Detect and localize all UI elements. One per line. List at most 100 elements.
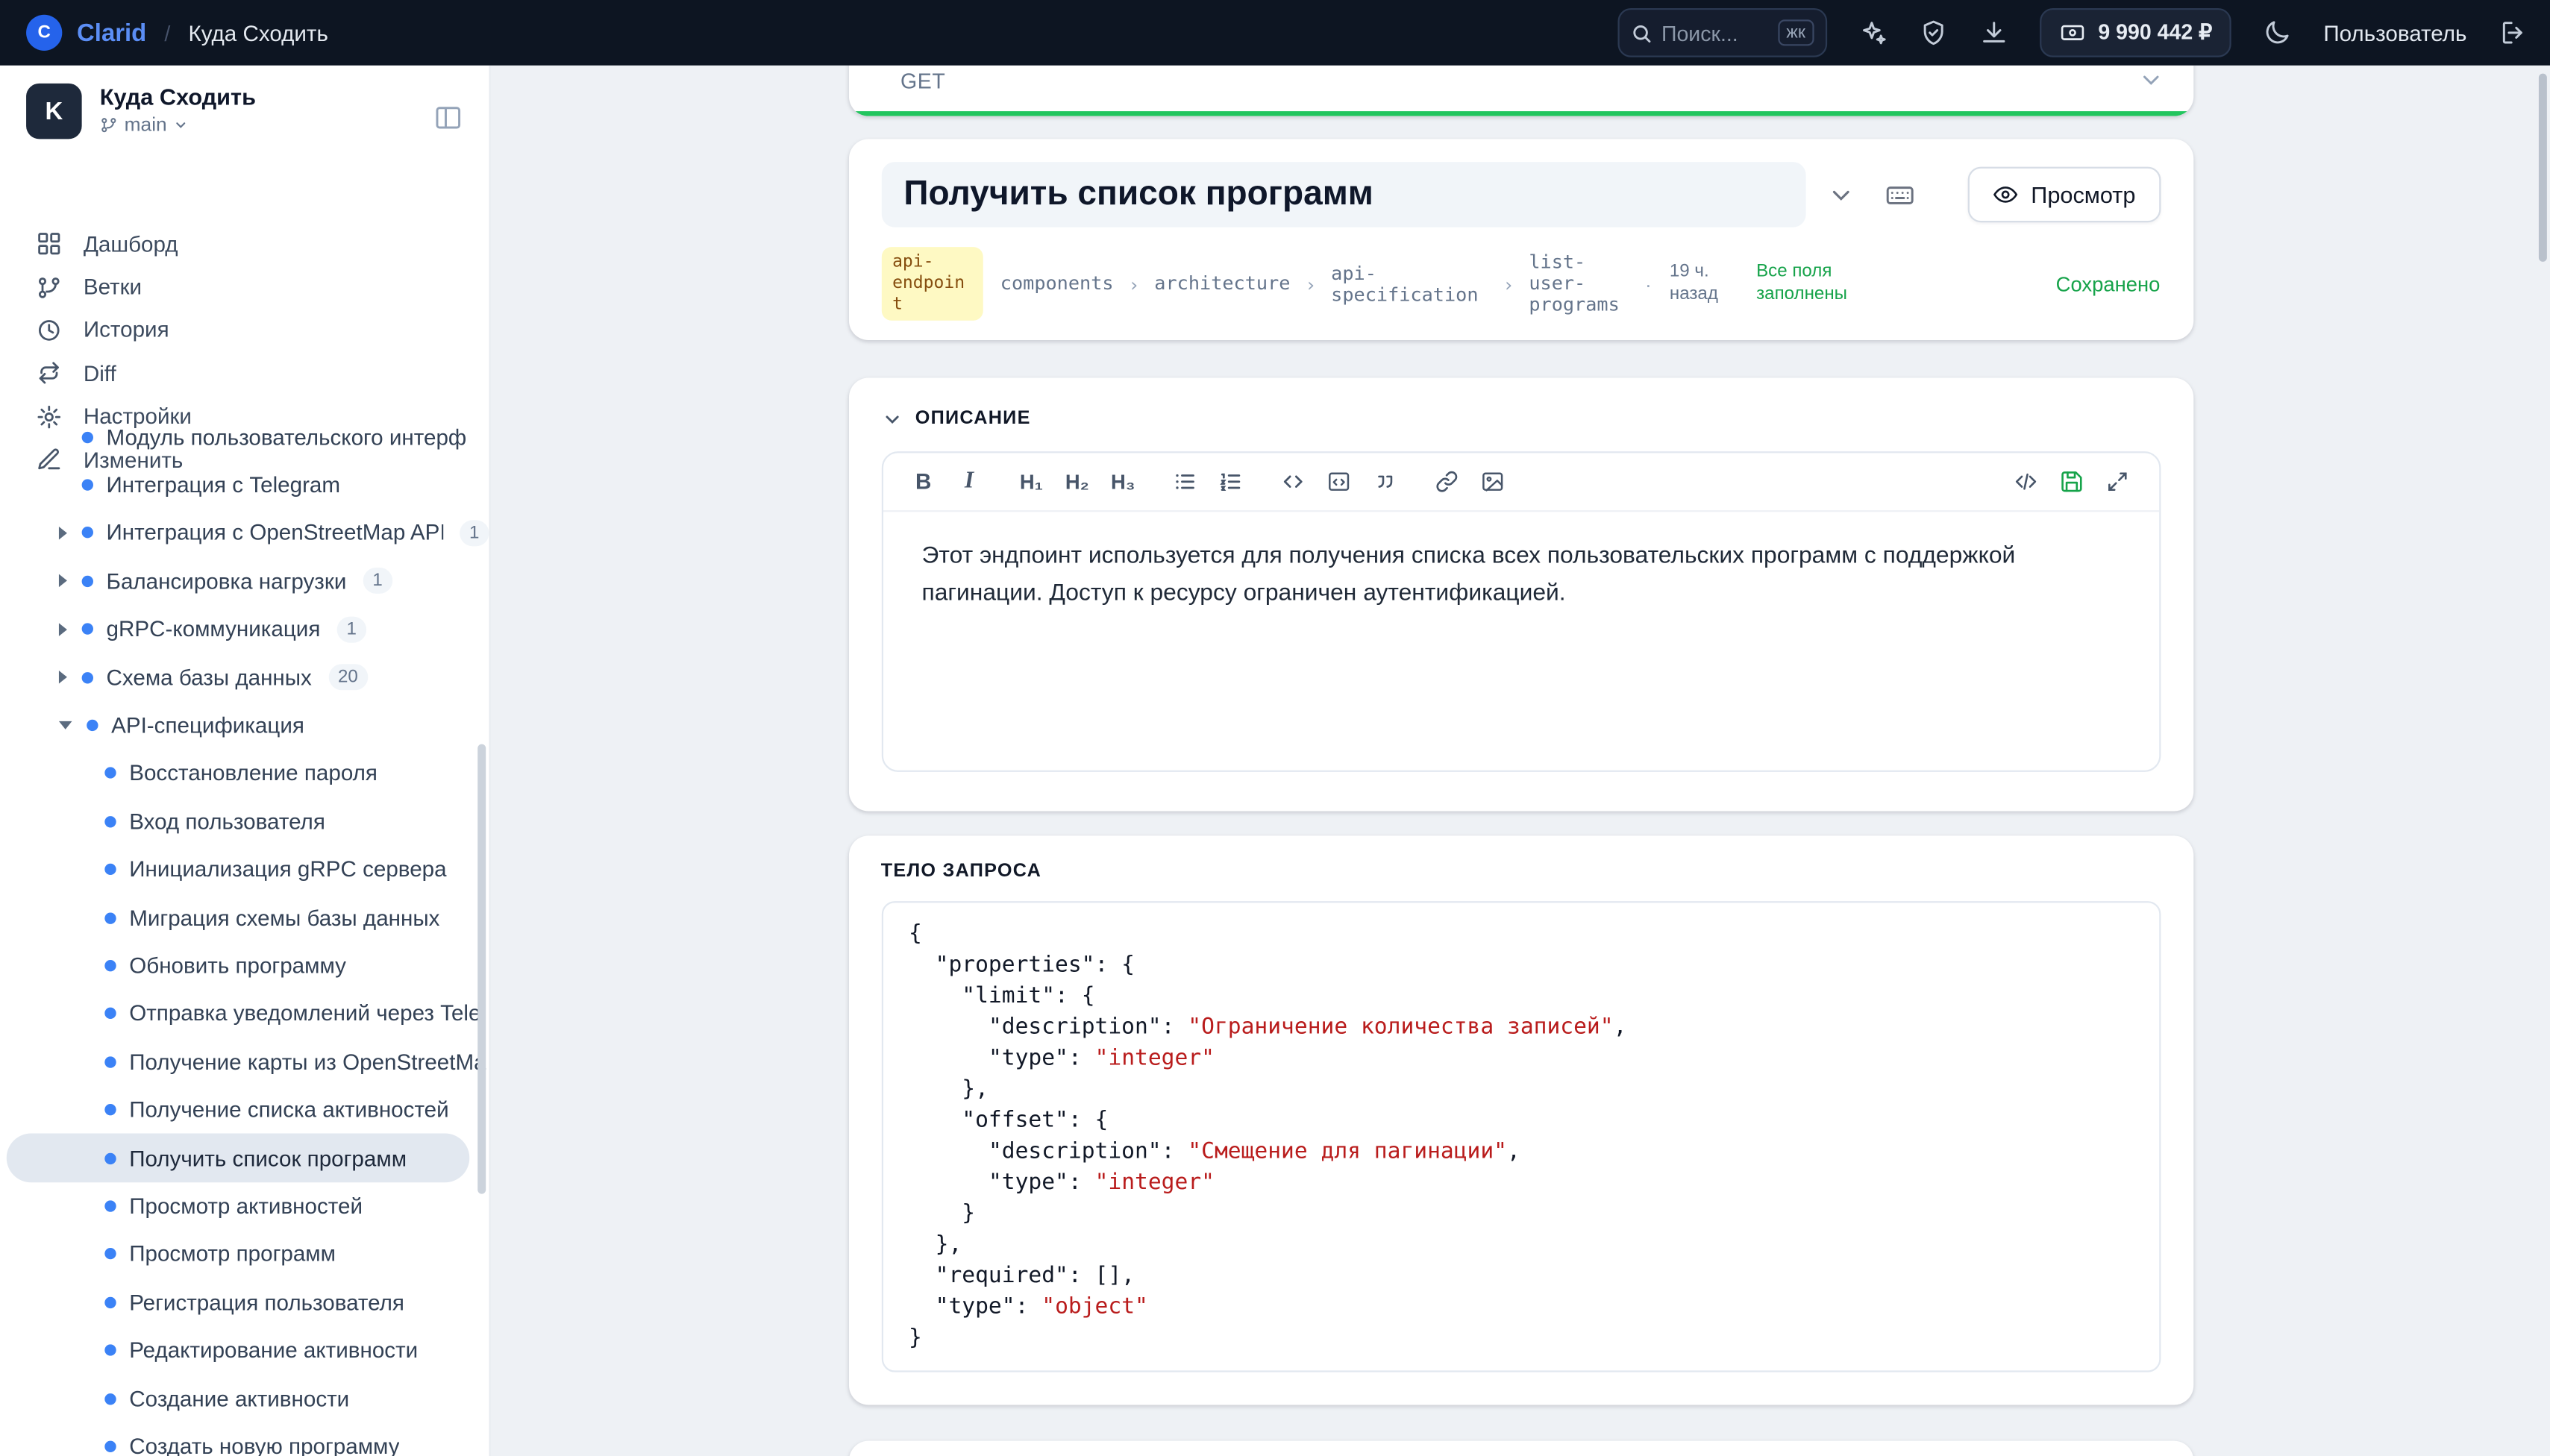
tree-item[interactable]: Интеграция с OpenStreetMap API1 bbox=[0, 509, 489, 557]
sidebar-collapse-button[interactable] bbox=[433, 103, 463, 132]
sidebar-scrollbar[interactable] bbox=[477, 744, 486, 1194]
keyboard-shortcuts-button[interactable] bbox=[1877, 172, 1923, 217]
logout-button[interactable] bbox=[2498, 18, 2527, 47]
caret-right-icon[interactable] bbox=[59, 574, 67, 588]
italic-button[interactable]: I bbox=[948, 460, 991, 503]
code-line: "description": "Смещение для пагинации", bbox=[909, 1137, 2132, 1168]
bullet-list-button[interactable] bbox=[1164, 460, 1206, 503]
code-line: "type": "integer" bbox=[909, 1168, 2132, 1199]
preview-button[interactable]: Просмотр bbox=[1967, 167, 2161, 223]
topbar-breadcrumb: C Clarid / Куда Сходить bbox=[26, 15, 328, 51]
page-scrollbar[interactable] bbox=[2539, 74, 2547, 262]
tree-item[interactable]: Интеграция с Telegram bbox=[0, 461, 489, 509]
doc-dot-icon bbox=[104, 864, 116, 875]
tree-item[interactable]: Балансировка нагрузки1 bbox=[0, 557, 489, 605]
sidebar-item-diff[interactable]: Diff bbox=[0, 352, 489, 395]
dark-mode-toggle[interactable] bbox=[2263, 18, 2292, 47]
main-content: GET Получить список программ bbox=[491, 66, 2550, 1456]
description-section-header[interactable]: ОПИСАНИЕ bbox=[881, 399, 2161, 439]
heading1-button[interactable]: H₁ bbox=[1010, 460, 1053, 503]
clock-icon bbox=[36, 317, 62, 343]
chevron-down-icon[interactable] bbox=[881, 408, 903, 430]
download-button[interactable] bbox=[1979, 18, 2008, 47]
path-segment: architecture bbox=[1154, 273, 1290, 295]
tree-item-label: Модуль пользовательского интерф bbox=[107, 424, 467, 449]
ordered-list-button[interactable] bbox=[1209, 460, 1252, 503]
ai-sparkles-button[interactable] bbox=[1858, 18, 1887, 47]
tree-item[interactable]: Восстановление пароля bbox=[0, 750, 489, 797]
inline-code-button[interactable] bbox=[1272, 460, 1315, 503]
caret-right-icon[interactable] bbox=[59, 527, 67, 540]
app-name[interactable]: Clarid bbox=[77, 19, 146, 46]
tree-item[interactable]: Создать новую программу bbox=[0, 1422, 489, 1456]
tree-item[interactable]: Редактирование активности bbox=[0, 1326, 489, 1374]
tree-item[interactable]: Отправка уведомлений через Tele bbox=[0, 990, 489, 1038]
heading3-button[interactable]: H₃ bbox=[1102, 460, 1144, 503]
breadcrumb-project[interactable]: Куда Сходить bbox=[188, 20, 328, 45]
tree-item[interactable]: Миграция схемы базы данных bbox=[0, 894, 489, 941]
tree-item[interactable]: Инициализация gRPC сервера bbox=[0, 846, 489, 894]
tree-item[interactable]: Обновить программу bbox=[0, 941, 489, 989]
save-status: Сохранено bbox=[2056, 272, 2161, 295]
caret-right-icon[interactable] bbox=[59, 623, 67, 636]
tree-item[interactable]: Регистрация пользователя bbox=[0, 1278, 489, 1326]
branch-icon bbox=[100, 116, 118, 134]
meta-dot-separator: · bbox=[1645, 272, 1652, 295]
tree-item[interactable]: Схема базы данных20 bbox=[0, 653, 489, 701]
bold-button[interactable]: B bbox=[902, 460, 944, 503]
caret-down-icon[interactable] bbox=[59, 721, 72, 729]
document-title-input[interactable]: Получить список программ bbox=[881, 162, 1805, 228]
document-meta-row: api-endpoint components › architecture ›… bbox=[881, 247, 2161, 321]
tree-item[interactable]: Получение карты из OpenStreetMa bbox=[0, 1038, 489, 1085]
tree-item[interactable]: Просмотр активностей bbox=[0, 1182, 489, 1230]
title-collapse-button[interactable] bbox=[1818, 172, 1864, 217]
source-code-button[interactable] bbox=[2005, 460, 2047, 503]
shield-check-button[interactable] bbox=[1918, 18, 1947, 47]
caret-right-icon[interactable] bbox=[59, 671, 67, 684]
path-segment: components bbox=[1000, 273, 1114, 295]
tree-item[interactable]: API-спецификация bbox=[0, 701, 489, 749]
expand-button[interactable] bbox=[2096, 460, 2139, 503]
editor-toolbar: B I H₁ H₂ H₃ bbox=[883, 453, 2158, 512]
path-separator: › bbox=[1503, 272, 1514, 295]
fields-status: Все поля заполнены bbox=[1756, 262, 1861, 306]
sidebar-item-branches[interactable]: Ветки bbox=[0, 266, 489, 309]
quote-button[interactable] bbox=[1364, 460, 1406, 503]
heading2-button[interactable]: H₂ bbox=[1056, 460, 1098, 503]
tree-item[interactable]: Создание активности bbox=[0, 1374, 489, 1422]
tree-item-label: Редактирование активности bbox=[129, 1338, 418, 1363]
balance-button[interactable]: 9 990 442 ₽ bbox=[2039, 8, 2231, 57]
doc-dot-icon bbox=[104, 1296, 116, 1308]
link-button[interactable] bbox=[1426, 460, 1468, 503]
code-line: }, bbox=[909, 1230, 2132, 1261]
topbar: C Clarid / Куда Сходить Поиск... жк bbox=[0, 0, 2550, 66]
user-menu[interactable]: Пользователь bbox=[2323, 20, 2466, 45]
save-button[interactable] bbox=[2050, 460, 2093, 503]
request-body-code[interactable]: { "properties": { "limit": { "descriptio… bbox=[881, 901, 2161, 1372]
description-text[interactable]: Этот эндпоинт используется для получения… bbox=[883, 512, 2158, 639]
search-input[interactable]: Поиск... жк bbox=[1617, 8, 1827, 57]
tree-item[interactable]: gRPC-коммуникация1 bbox=[0, 605, 489, 653]
tree-item[interactable]: Модуль пользовательского интерф bbox=[0, 422, 489, 461]
tree-item-label: Получить список программ bbox=[129, 1146, 407, 1170]
sidebar-item-history[interactable]: История bbox=[0, 309, 489, 352]
code-block-button[interactable] bbox=[1318, 460, 1360, 503]
last-updated: 19 ч. назад bbox=[1670, 262, 1738, 306]
tree-item[interactable]: Вход пользователя bbox=[0, 797, 489, 845]
http-method-row[interactable]: GET bbox=[900, 67, 2164, 93]
sidebar-item-dashboard[interactable]: Дашборд bbox=[0, 222, 489, 266]
project-avatar[interactable]: K bbox=[26, 84, 82, 139]
tree-item-label: Просмотр активностей bbox=[129, 1193, 363, 1218]
chevron-down-icon[interactable] bbox=[2137, 67, 2164, 93]
sidebar-item-label: Дашборд bbox=[84, 232, 178, 257]
doc-dot-icon bbox=[104, 1345, 116, 1356]
tree-item[interactable]: Получить список программ bbox=[7, 1134, 470, 1182]
chevron-down-icon bbox=[173, 117, 188, 132]
branch-selector[interactable]: main bbox=[100, 113, 256, 136]
document-path: components › architecture › api-specific… bbox=[1000, 252, 1627, 316]
app-logo[interactable]: C bbox=[26, 15, 62, 51]
tree-item[interactable]: Получение списка активностей bbox=[0, 1086, 489, 1134]
tree-item[interactable]: Просмотр программ bbox=[0, 1230, 489, 1278]
image-button[interactable] bbox=[1471, 460, 1514, 503]
tree-item-label: Обновить программу bbox=[129, 953, 346, 978]
